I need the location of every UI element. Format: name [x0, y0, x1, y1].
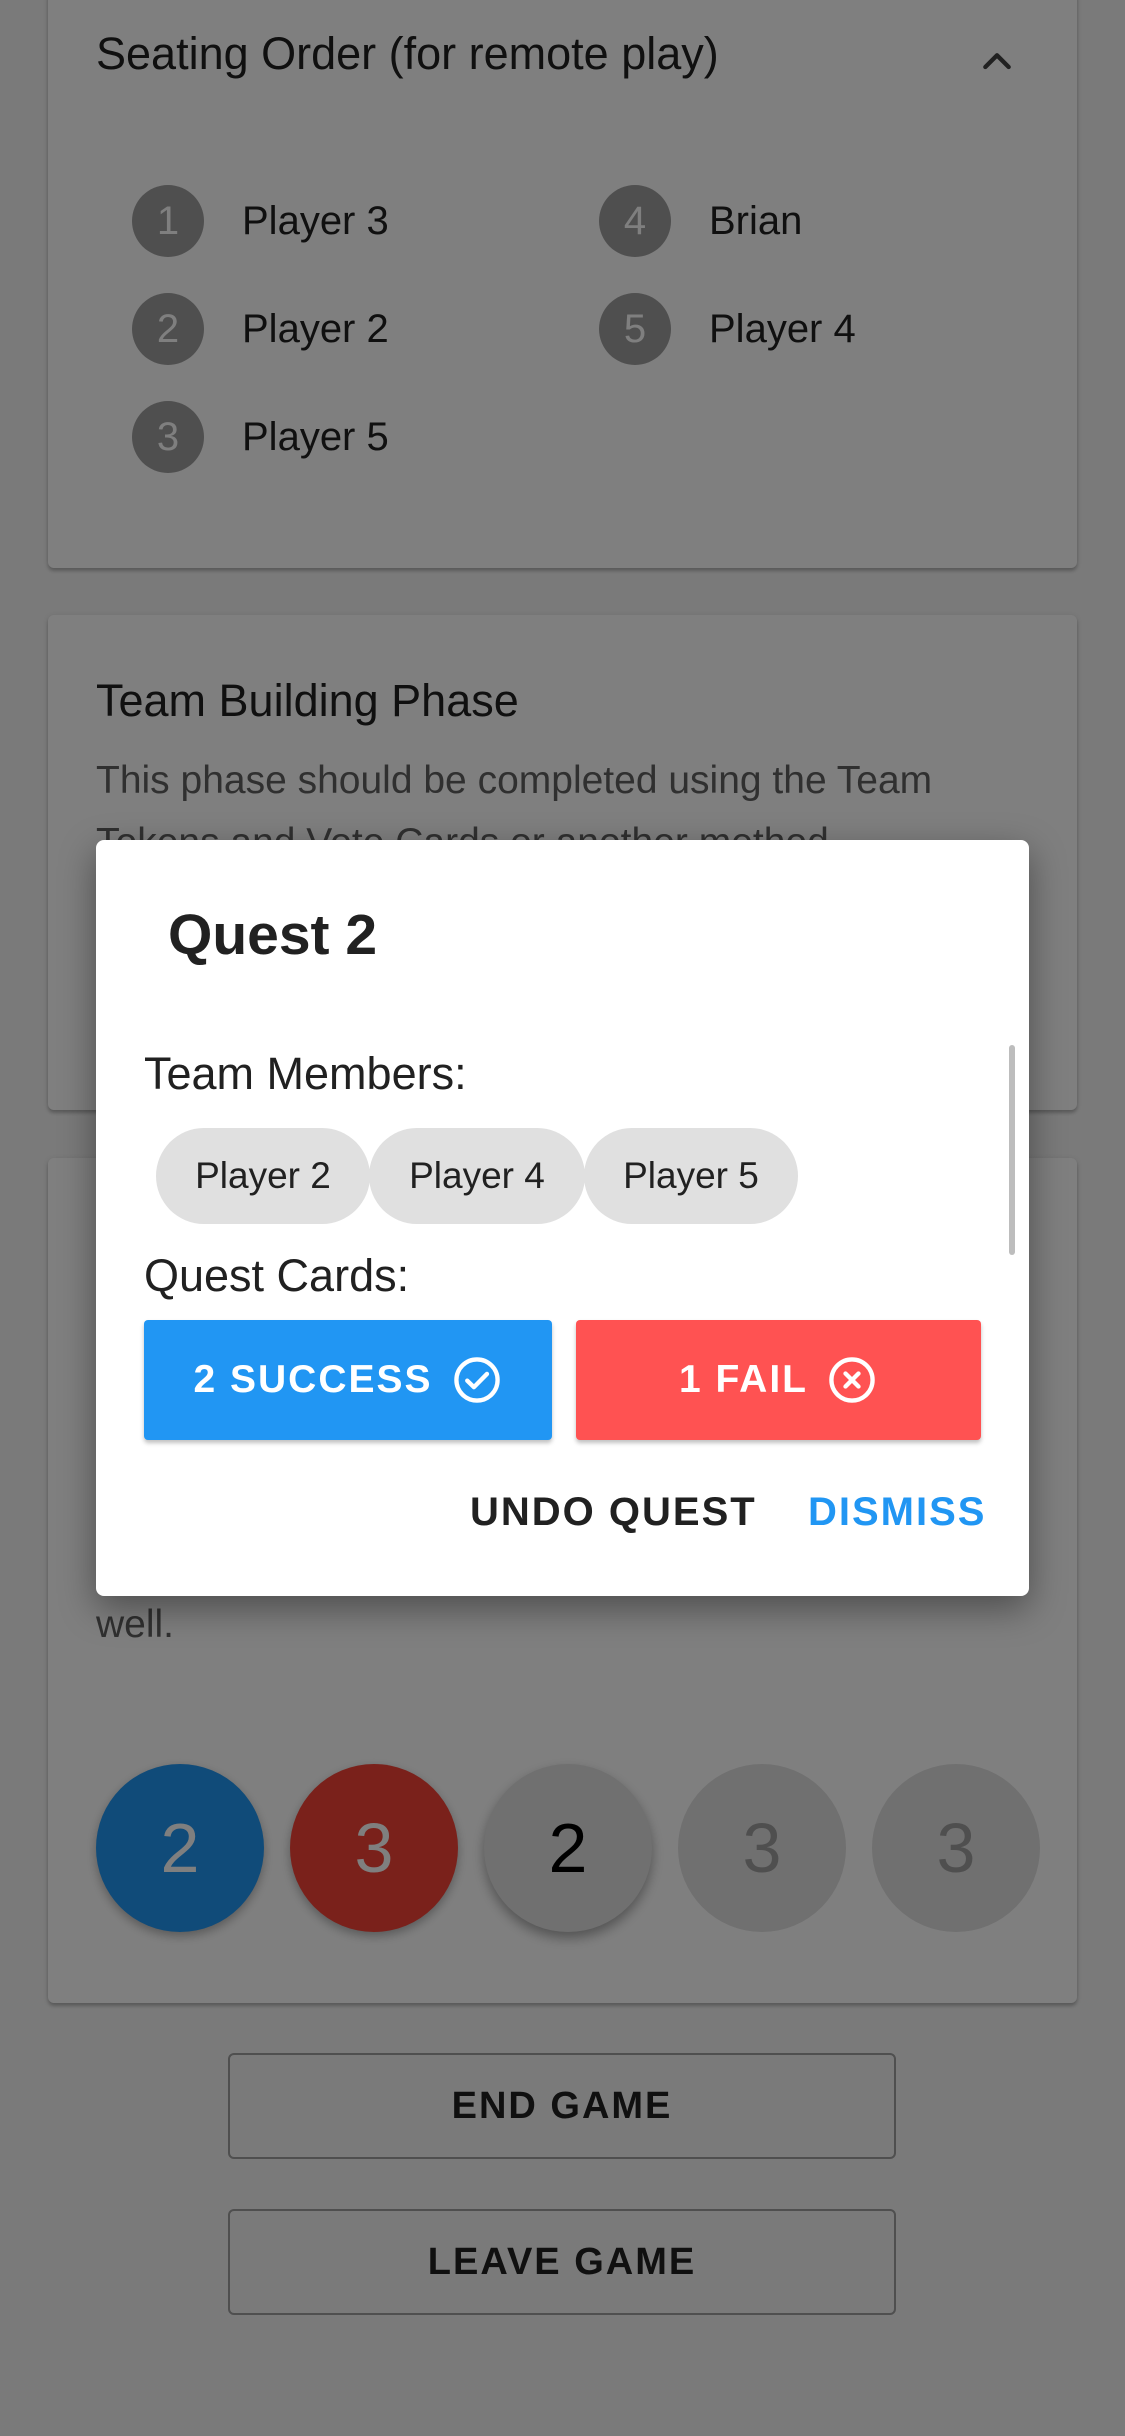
quest-cards-label: Quest Cards:: [144, 1250, 410, 1301]
undo-quest-button[interactable]: UNDO QUEST: [470, 1490, 757, 1535]
quest-dialog: Quest 2 Team Members: Player 2 Player 4 …: [96, 840, 1029, 1596]
check-circle-icon: [453, 1357, 500, 1403]
game-screen: Seating Order (for remote play) 1 Player…: [0, 0, 1125, 2436]
success-count-label: 2 SUCCESS: [193, 1358, 433, 1401]
success-count-button[interactable]: 2 SUCCESS: [144, 1320, 552, 1440]
fail-count-button[interactable]: 1 FAIL: [576, 1320, 981, 1440]
close-circle-icon: [829, 1357, 875, 1403]
dismiss-button[interactable]: DISMISS: [808, 1490, 986, 1535]
team-member-chip: Player 5: [584, 1128, 798, 1224]
dialog-scrollbar[interactable]: [1009, 1045, 1015, 1255]
team-members-label: Team Members:: [144, 1048, 467, 1099]
fail-count-label: 1 FAIL: [678, 1358, 809, 1401]
team-member-chip: Player 2: [156, 1128, 370, 1224]
team-member-chip: Player 4: [369, 1128, 585, 1224]
dialog-title: Quest 2: [168, 903, 378, 967]
